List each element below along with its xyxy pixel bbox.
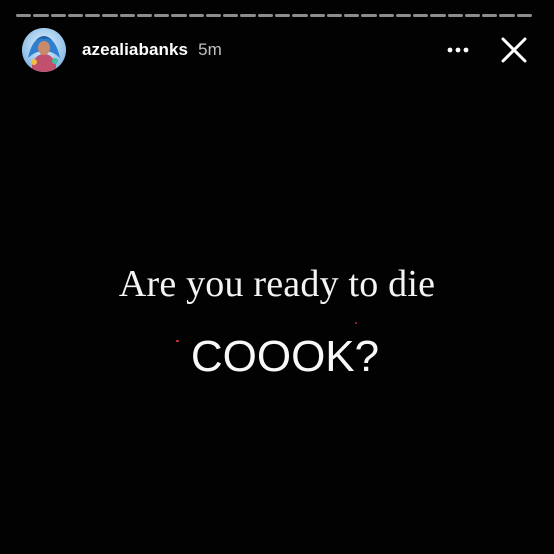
progress-segment [171,14,187,17]
progress-segment [516,14,532,17]
progress-segment [361,14,377,17]
progress-segment [274,14,291,17]
progress-segment [430,14,446,17]
progress-segment [378,14,394,17]
progress-segment [447,14,463,17]
story-timestamp: 5m [198,40,222,59]
avatar-image [22,28,66,72]
story-viewer[interactable]: azealiabanks 5m Are you ready to die COO… [0,0,554,554]
progress-segment [154,14,170,17]
progress-segment [223,14,239,17]
username[interactable]: azealiabanks [82,40,188,60]
story-text-line-2: COOOK? [190,332,380,381]
progress-segment [33,14,49,17]
more-horizontal-icon [447,47,469,53]
progress-segment [499,14,515,17]
profile-avatar[interactable] [22,28,66,72]
progress-segment [67,14,84,17]
progress-segment [309,14,325,17]
story-header: azealiabanks 5m [22,28,532,72]
progress-segment [205,14,222,17]
progress-segment [240,14,256,17]
progress-segment [50,14,66,17]
progress-segment [257,14,273,17]
progress-segment [413,14,429,17]
red-speck [355,322,357,324]
progress-segment [102,14,118,17]
progress-segment [16,14,32,17]
progress-segment [326,14,343,17]
progress-segment [344,14,360,17]
progress-segment [464,14,481,17]
red-speck [176,340,179,342]
progress-segment [395,14,412,17]
close-icon [501,37,527,63]
more-options-button[interactable] [440,32,476,68]
story-progress-bar [16,14,532,17]
progress-segment [188,14,204,17]
close-button[interactable] [496,32,532,68]
progress-segment [136,14,153,17]
story-text-line-1: Are you ready to die [118,263,436,305]
progress-segment [482,14,498,17]
progress-segment [119,14,135,17]
progress-segment [85,14,101,17]
progress-segment [292,14,308,17]
